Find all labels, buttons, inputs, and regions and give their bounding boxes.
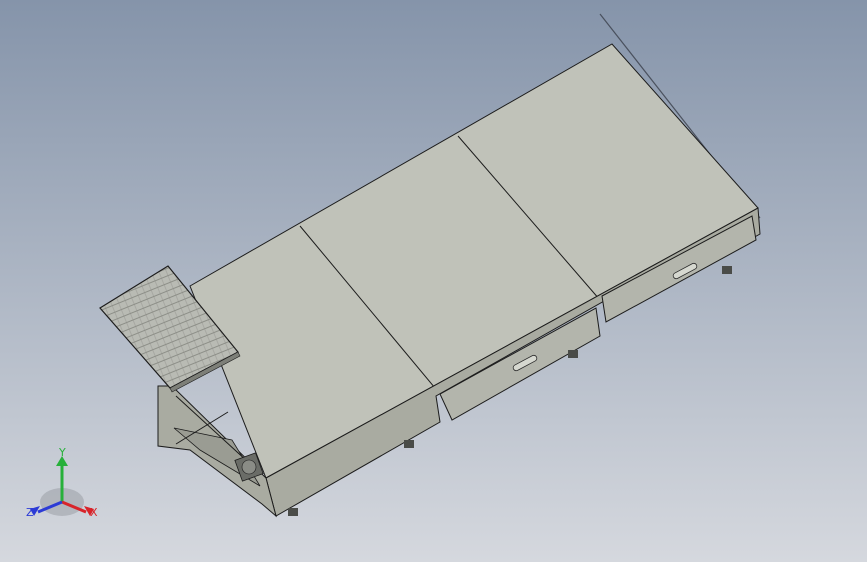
- triad-z-label: Z: [26, 506, 34, 519]
- table-foot-1: [288, 508, 298, 516]
- orientation-triad[interactable]: Y X Z: [26, 446, 106, 526]
- triad-y-label: Y: [58, 446, 66, 459]
- triad-x-label: X: [90, 506, 98, 519]
- cad-model-scene[interactable]: [0, 0, 867, 562]
- cad-viewport[interactable]: Y X Z: [0, 0, 867, 562]
- table-foot-4: [722, 266, 732, 274]
- cooling-fan-rotor: [241, 459, 257, 475]
- table-foot-3: [568, 350, 578, 358]
- table-foot-2: [404, 440, 414, 448]
